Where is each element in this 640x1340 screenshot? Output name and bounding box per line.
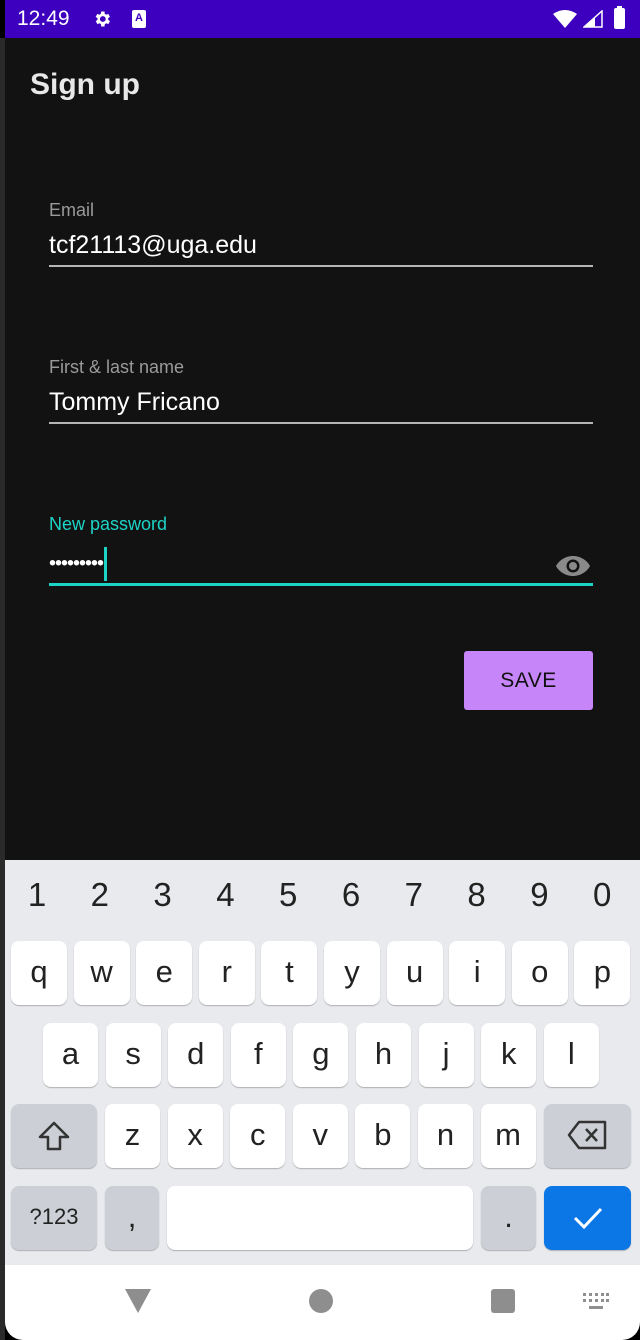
number-key-1[interactable]: 1: [12, 876, 62, 914]
email-underline: [49, 265, 593, 267]
key-p[interactable]: p: [574, 941, 631, 1005]
app-screen: 12:49 A Sign up Email tcf21113@uga.edu F…: [5, 0, 640, 1340]
email-field[interactable]: Email tcf21113@uga.edu: [49, 200, 593, 267]
wifi-icon: [553, 10, 577, 28]
space-key[interactable]: [167, 1186, 473, 1250]
number-key-3[interactable]: 3: [138, 876, 188, 914]
key-u[interactable]: u: [386, 941, 443, 1005]
key-q[interactable]: q: [11, 941, 67, 1005]
key-b[interactable]: b: [355, 1104, 411, 1168]
key-e[interactable]: e: [136, 941, 193, 1005]
number-row: 1234567890: [5, 876, 640, 920]
email-input[interactable]: tcf21113@uga.edu: [49, 231, 593, 265]
password-field[interactable]: New password •••••••••: [49, 514, 593, 586]
name-field[interactable]: First & last name Tommy Fricano: [49, 357, 593, 424]
back-icon[interactable]: [125, 1289, 151, 1313]
check-icon: [573, 1207, 602, 1230]
key-z[interactable]: z: [105, 1104, 160, 1168]
status-time: 12:49: [17, 7, 70, 30]
number-key-2[interactable]: 2: [75, 876, 125, 914]
soft-keyboard: 1234567890 qwertyuiop asdfghjkl zxcvbnm …: [5, 860, 640, 1265]
text-cursor: [104, 547, 108, 581]
name-label: First & last name: [49, 357, 185, 377]
number-key-0[interactable]: 0: [577, 876, 627, 914]
password-masked-text: •••••••••: [49, 552, 104, 575]
number-key-7[interactable]: 7: [389, 876, 439, 914]
key-r[interactable]: r: [198, 941, 255, 1005]
key-t[interactable]: t: [261, 941, 318, 1005]
comma-key[interactable]: ,: [105, 1186, 159, 1250]
number-key-9[interactable]: 9: [514, 876, 564, 914]
backspace-icon: [567, 1120, 606, 1150]
number-key-4[interactable]: 4: [200, 876, 250, 914]
key-j[interactable]: j: [418, 1023, 474, 1087]
a11y-a-icon: A: [132, 10, 146, 28]
key-c[interactable]: c: [230, 1104, 286, 1168]
save-button[interactable]: SAVE: [464, 651, 593, 710]
symbols-key[interactable]: ?123: [11, 1186, 97, 1250]
done-key[interactable]: [544, 1186, 631, 1250]
period-key[interactable]: .: [481, 1186, 536, 1250]
key-l[interactable]: l: [543, 1023, 599, 1087]
key-f[interactable]: f: [230, 1023, 286, 1087]
key-a[interactable]: a: [43, 1023, 98, 1087]
key-w[interactable]: w: [73, 941, 130, 1005]
page-title: Sign up: [30, 68, 140, 101]
number-key-8[interactable]: 8: [452, 876, 502, 914]
shift-key[interactable]: [11, 1104, 97, 1168]
key-h[interactable]: h: [356, 1023, 411, 1087]
backspace-key[interactable]: [544, 1104, 631, 1168]
key-d[interactable]: d: [168, 1023, 224, 1087]
key-m[interactable]: m: [480, 1104, 536, 1168]
navigation-bar: [5, 1265, 640, 1340]
key-k[interactable]: k: [481, 1023, 537, 1087]
key-s[interactable]: s: [105, 1023, 161, 1087]
number-key-5[interactable]: 5: [263, 876, 313, 914]
number-key-6[interactable]: 6: [326, 876, 376, 914]
key-y[interactable]: y: [324, 941, 380, 1005]
name-input[interactable]: Tommy Fricano: [49, 388, 593, 422]
eye-icon[interactable]: [555, 554, 591, 578]
password-input[interactable]: •••••••••: [49, 547, 593, 583]
email-label: Email: [49, 200, 95, 220]
status-bar: 12:49 A: [5, 0, 640, 38]
key-o[interactable]: o: [511, 941, 568, 1005]
key-i[interactable]: i: [449, 941, 506, 1005]
keyboard-switch-icon[interactable]: [583, 1293, 609, 1311]
recents-icon[interactable]: [491, 1289, 515, 1313]
key-n[interactable]: n: [418, 1104, 473, 1168]
home-icon[interactable]: [309, 1289, 333, 1313]
key-v[interactable]: v: [292, 1104, 348, 1168]
battery-icon: [614, 6, 625, 29]
gear-icon: [95, 11, 110, 27]
name-underline: [49, 422, 593, 424]
key-g[interactable]: g: [293, 1023, 349, 1087]
key-x[interactable]: x: [167, 1104, 223, 1168]
password-label: New password: [49, 514, 168, 534]
signal-icon: [583, 10, 603, 28]
shift-icon: [38, 1121, 70, 1151]
password-underline: [49, 583, 593, 586]
